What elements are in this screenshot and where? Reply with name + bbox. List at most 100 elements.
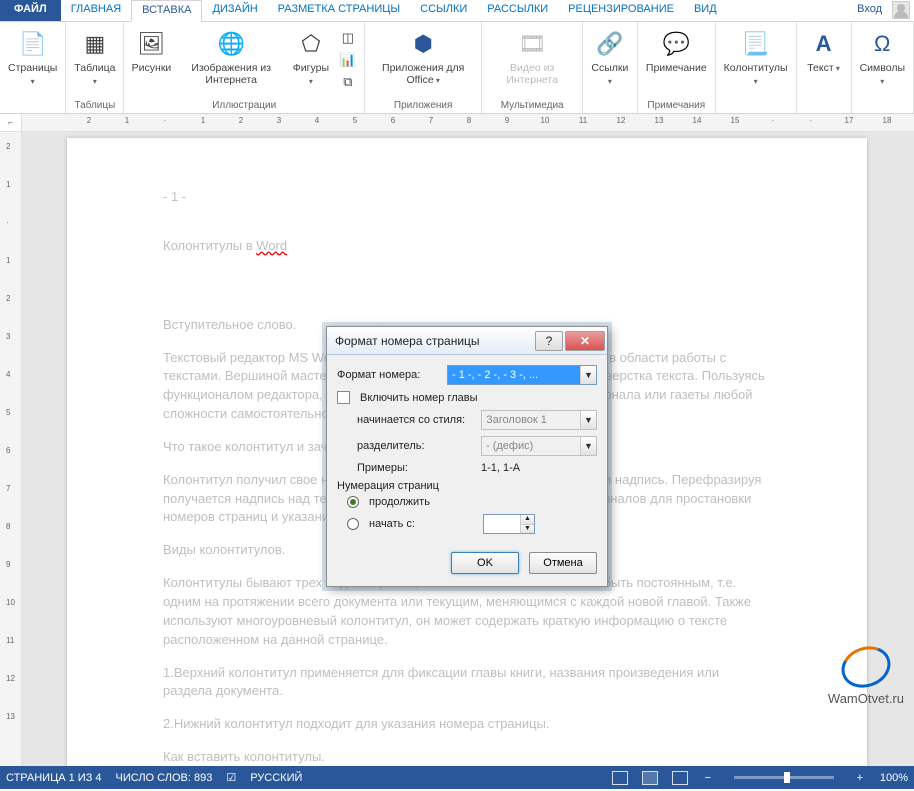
separator-select: - (дефис)▼ bbox=[481, 436, 597, 456]
horizontal-ruler[interactable]: ⌐ 21·123456789101112131415··1718 bbox=[0, 114, 914, 132]
read-mode-icon[interactable] bbox=[612, 771, 628, 785]
starts-with-style-label: начинается со стиля: bbox=[357, 414, 475, 426]
format-label: Формат номера: bbox=[337, 369, 441, 381]
picture-icon: 🖼 bbox=[135, 28, 167, 60]
numbering-group-label: Нумерация страниц bbox=[337, 480, 597, 492]
tab-references[interactable]: ССЫЛКИ bbox=[410, 0, 477, 21]
examples-value: 1-1, 1-A bbox=[481, 462, 520, 474]
body-text: 1.Верхний колонтитул применяется для фик… bbox=[163, 664, 771, 702]
proofing-icon[interactable]: ☑ bbox=[226, 771, 236, 784]
print-layout-icon[interactable] bbox=[642, 771, 658, 785]
vertical-ruler[interactable]: 21·12345678910111213 bbox=[0, 132, 22, 766]
starts-with-style-select: Заголовок 1▼ bbox=[481, 410, 597, 430]
online-pictures-button[interactable]: 🌐Изображения из Интернета bbox=[176, 26, 285, 88]
comment-button[interactable]: 💬Примечание bbox=[642, 26, 711, 76]
spinner-up-icon[interactable]: ▲ bbox=[520, 515, 534, 524]
header-footer-button[interactable]: 📃Колонтитулы bbox=[720, 26, 792, 90]
text-icon: A bbox=[808, 28, 840, 60]
status-word-count[interactable]: ЧИСЛО СЛОВ: 893 bbox=[116, 772, 213, 784]
video-icon: 🎞 bbox=[516, 28, 548, 60]
include-chapter-label: Включить номер главы bbox=[360, 392, 478, 404]
watermark: WamOtvet.ru bbox=[828, 647, 904, 706]
zoom-out-button[interactable]: − bbox=[702, 772, 714, 784]
zoom-in-button[interactable]: + bbox=[854, 772, 866, 784]
status-bar: СТРАНИЦА 1 ИЗ 4 ЧИСЛО СЛОВ: 893 ☑ РУССКИ… bbox=[0, 766, 914, 789]
screenshot-button[interactable]: ⧉ bbox=[336, 72, 360, 92]
chevron-down-icon: ▼ bbox=[580, 437, 596, 455]
group-label-comments: Примечания bbox=[647, 99, 705, 113]
tab-file[interactable]: ФАЙЛ bbox=[0, 0, 61, 21]
online-video-button: 🎞Видео из Интернета bbox=[486, 26, 577, 88]
page-icon: 📄 bbox=[17, 28, 49, 60]
group-label-tables: Таблицы bbox=[74, 99, 115, 113]
tab-design[interactable]: ДИЗАЙН bbox=[202, 0, 267, 21]
pictures-button[interactable]: 🖼Рисунки bbox=[128, 26, 174, 76]
page-number-format-dialog: Формат номера страницы ? ✕ Формат номера… bbox=[326, 326, 608, 587]
chevron-down-icon: ▼ bbox=[580, 366, 596, 384]
tab-mailings[interactable]: РАССЫЛКИ bbox=[477, 0, 558, 21]
apps-button[interactable]: ⬢Приложения для Office bbox=[369, 26, 478, 89]
links-button[interactable]: 🔗Ссылки bbox=[587, 26, 633, 90]
chevron-down-icon: ▼ bbox=[580, 411, 596, 429]
cancel-button[interactable]: Отмена bbox=[529, 552, 597, 574]
group-label bbox=[822, 99, 825, 113]
continue-label: продолжить bbox=[369, 496, 473, 508]
chart-button[interactable]: 📊 bbox=[336, 50, 360, 70]
group-label-apps: Приложения bbox=[394, 99, 453, 113]
group-label-illustrations: Иллюстрации bbox=[212, 99, 276, 113]
text-button[interactable]: AТекст bbox=[801, 26, 847, 77]
table-icon: ▦ bbox=[79, 28, 111, 60]
tab-insert[interactable]: ВСТАВКА bbox=[131, 0, 202, 22]
sign-in-link[interactable]: Вход bbox=[849, 0, 890, 21]
group-label-media: Мультимедиа bbox=[501, 99, 564, 113]
group-label bbox=[881, 99, 884, 113]
tab-view[interactable]: ВИД bbox=[684, 0, 727, 21]
user-avatar-icon[interactable] bbox=[892, 1, 910, 19]
screenshot-icon: ⧉ bbox=[340, 74, 356, 90]
include-chapter-checkbox[interactable] bbox=[337, 391, 350, 404]
continue-radio[interactable] bbox=[347, 496, 359, 508]
omega-icon: Ω bbox=[866, 28, 898, 60]
pages-button[interactable]: 📄Страницы bbox=[4, 26, 61, 90]
apps-icon: ⬢ bbox=[407, 28, 439, 60]
dialog-title: Формат номера страницы bbox=[335, 334, 535, 348]
start-at-radio[interactable] bbox=[347, 518, 359, 530]
group-label bbox=[609, 99, 612, 113]
dialog-help-button[interactable]: ? bbox=[535, 331, 563, 351]
body-text: 2.Нижний колонтитул подходит для указани… bbox=[163, 715, 771, 734]
globe-icon: 🌐 bbox=[215, 28, 247, 60]
dialog-titlebar[interactable]: Формат номера страницы ? ✕ bbox=[327, 327, 607, 355]
ruler-corner: ⌐ bbox=[0, 114, 22, 131]
header-footer-icon: 📃 bbox=[740, 28, 772, 60]
tab-review[interactable]: РЕЦЕНЗИРОВАНИЕ bbox=[558, 0, 684, 21]
status-page[interactable]: СТРАНИЦА 1 ИЗ 4 bbox=[6, 772, 102, 784]
smartart-icon: ◫ bbox=[340, 30, 356, 46]
shapes-icon: ⬠ bbox=[295, 28, 327, 60]
ok-button[interactable]: OK bbox=[451, 552, 519, 574]
group-label bbox=[754, 99, 757, 113]
watermark-logo-icon bbox=[836, 640, 897, 695]
tab-home[interactable]: ГЛАВНАЯ bbox=[61, 0, 131, 21]
document-title: Колонтитулы в Word bbox=[163, 237, 771, 256]
ribbon: 📄Страницы ▦Таблица Таблицы 🖼Рисунки 🌐Изо… bbox=[0, 22, 914, 114]
tab-page-layout[interactable]: РАЗМЕТКА СТРАНИЦЫ bbox=[268, 0, 410, 21]
examples-label: Примеры: bbox=[357, 462, 475, 474]
shapes-button[interactable]: ⬠Фигуры bbox=[288, 26, 334, 90]
page-header-number: - 1 - bbox=[163, 188, 771, 207]
start-at-spinner[interactable]: ▲ ▼ bbox=[483, 514, 535, 534]
symbols-button[interactable]: ΩСимволы bbox=[856, 26, 909, 90]
comment-icon: 💬 bbox=[660, 28, 692, 60]
smartart-button[interactable]: ◫ bbox=[336, 28, 360, 48]
zoom-slider[interactable] bbox=[734, 776, 834, 779]
number-format-select[interactable]: - 1 -, - 2 -, - 3 -, ...▼ bbox=[447, 365, 597, 385]
group-label bbox=[31, 99, 34, 113]
web-layout-icon[interactable] bbox=[672, 771, 688, 785]
spinner-down-icon[interactable]: ▼ bbox=[520, 524, 534, 533]
zoom-level[interactable]: 100% bbox=[880, 772, 908, 784]
link-icon: 🔗 bbox=[594, 28, 626, 60]
status-language[interactable]: РУССКИЙ bbox=[250, 772, 302, 784]
dialog-close-button[interactable]: ✕ bbox=[565, 331, 605, 351]
ribbon-tabs: ФАЙЛ ГЛАВНАЯ ВСТАВКА ДИЗАЙН РАЗМЕТКА СТР… bbox=[0, 0, 914, 22]
table-button[interactable]: ▦Таблица bbox=[70, 26, 119, 90]
chart-icon: 📊 bbox=[340, 52, 356, 68]
